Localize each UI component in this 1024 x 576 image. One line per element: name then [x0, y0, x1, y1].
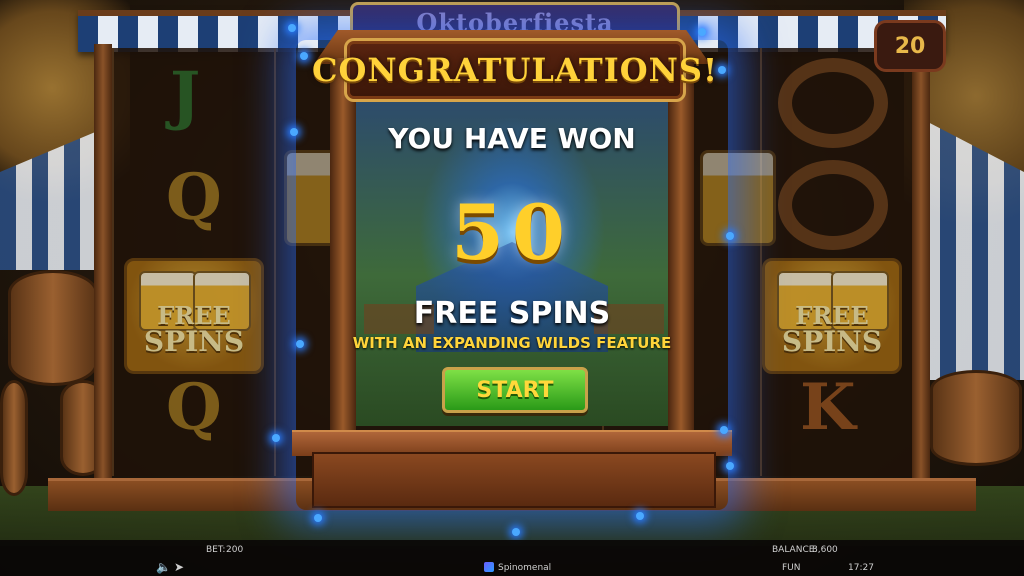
sparkle [636, 512, 644, 520]
symbol-letter: J [170, 58, 201, 133]
free-spins-symbol-bottom: SPINS [143, 325, 245, 358]
free-spins-symbol: FREE SPINS [762, 258, 902, 374]
sparkle [720, 426, 728, 434]
start-button[interactable]: START [442, 367, 588, 413]
turbo-icon[interactable]: ➤ [174, 560, 188, 574]
sparkle [290, 128, 298, 136]
booth-post-right [912, 44, 930, 494]
congratulations-banner: CONGRATULATIONS! [312, 38, 717, 102]
popup-post-left [330, 58, 356, 436]
balance-label: BALANCE: [772, 545, 818, 555]
provider-name: Spinomenal [498, 563, 552, 573]
sparkle [272, 434, 280, 442]
symbol-letter: Q [166, 370, 222, 445]
free-spins-label: FREE SPINS [413, 296, 611, 331]
sparkle [314, 514, 322, 522]
lines-count-badge: 20 [874, 20, 946, 72]
barrel-decoration [8, 270, 98, 386]
sparkle [296, 340, 304, 348]
pretzel-symbol-icon [778, 58, 888, 148]
sparkle [726, 232, 734, 240]
feature-description: WITH AN EXPANDING WILDS FEATURE [352, 334, 672, 352]
sparkle [300, 52, 308, 60]
bet-label: BET: [206, 545, 226, 555]
balance-value: 8,600 [812, 545, 838, 555]
sparkle [718, 66, 726, 74]
symbol-letter: K [800, 370, 856, 445]
free-spins-amount: 50 [451, 188, 573, 277]
barrel-decoration [930, 370, 1022, 466]
popup-counter [312, 452, 716, 508]
free-spins-symbol-bottom: SPINS [781, 325, 883, 358]
sparkle [726, 462, 734, 470]
game-stage: J Q Q K FREE SPINS FREE SPINS Oktoberfie… [0, 0, 1024, 576]
you-have-won-text: YOU HAVE WON [388, 122, 636, 155]
popup-post-right [668, 58, 694, 436]
play-mode: FUN [782, 563, 801, 573]
sound-icon[interactable]: 🔈 [156, 560, 171, 574]
sparkle [512, 528, 520, 536]
sparkle [698, 28, 706, 36]
sparkle [288, 24, 296, 32]
free-spins-symbol: FREE SPINS [124, 258, 264, 374]
congratulations-title: CONGRATULATIONS! [312, 51, 718, 89]
barrel-decoration [0, 380, 28, 496]
spinomenal-logo-icon [484, 562, 494, 572]
booth-post-left [94, 44, 112, 494]
pretzel-symbol-icon [778, 160, 888, 250]
clock-time: 17:27 [848, 563, 874, 573]
bet-value: 200 [226, 545, 244, 555]
start-button-label: START [476, 377, 554, 403]
symbol-letter: Q [166, 160, 222, 235]
